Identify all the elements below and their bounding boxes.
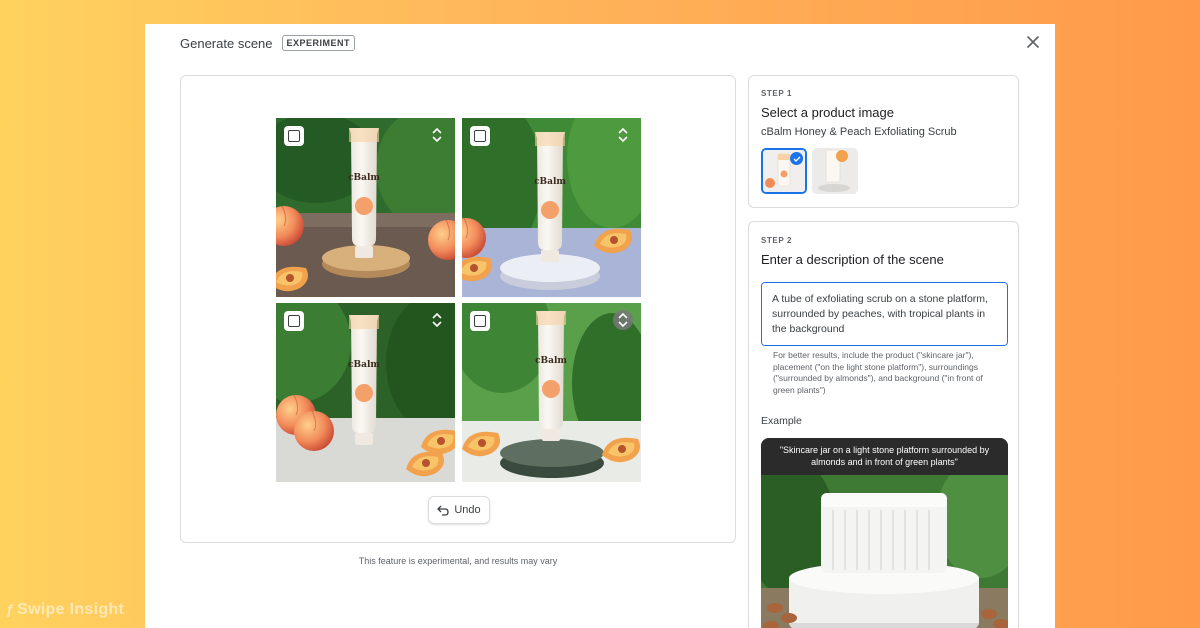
unfold-icon: [432, 127, 442, 143]
product-thumbnail-image: [812, 148, 858, 194]
dialog-header: Generate scene EXPERIMENT: [180, 35, 356, 51]
step1-card: STEP 1 Select a product image cBalm Hone…: [748, 75, 1019, 208]
step2-card: STEP 2 Enter a description of the scene …: [748, 221, 1019, 628]
scene-description-input[interactable]: A tube of exfoliating scrub on a stone p…: [761, 282, 1008, 346]
checkbox-icon: [288, 315, 300, 327]
generated-scenes-panel: Undo: [180, 75, 736, 543]
checkbox-icon: [474, 130, 486, 142]
undo-icon: [437, 505, 449, 516]
unfold-icon: [618, 127, 628, 143]
close-button[interactable]: [1025, 34, 1041, 50]
product-thumbnail-1[interactable]: [761, 148, 807, 194]
step2-title: Enter a description of the scene: [761, 252, 944, 267]
watermark: ƒ Swipe Insight: [6, 601, 125, 618]
scene-result-4[interactable]: [462, 303, 641, 482]
scene-expand-button[interactable]: [613, 310, 633, 330]
product-name: cBalm Honey & Peach Exfoliating Scrub: [761, 126, 957, 138]
example-label: Example: [761, 415, 802, 427]
step2-label: STEP 2: [761, 236, 793, 245]
scene-grid: [276, 118, 641, 482]
step1-label: STEP 1: [761, 89, 793, 98]
close-icon: [1027, 36, 1039, 48]
experiment-badge: EXPERIMENT: [281, 35, 356, 51]
scene-select-checkbox[interactable]: [470, 126, 490, 146]
scene-result-3[interactable]: [276, 303, 455, 482]
unfold-icon: [432, 312, 442, 328]
scene-expand-button[interactable]: [427, 125, 447, 145]
scene-image: [462, 303, 641, 482]
undo-button[interactable]: Undo: [428, 496, 490, 524]
dialog-title: Generate scene: [180, 35, 273, 51]
example-caption: "Skincare jar on a light stone platform …: [761, 438, 1008, 475]
scene-select-checkbox[interactable]: [284, 311, 304, 331]
scene-result-1[interactable]: [276, 118, 455, 297]
undo-label: Undo: [454, 504, 481, 516]
scene-expand-button[interactable]: [613, 125, 633, 145]
scene-select-checkbox[interactable]: [470, 311, 490, 331]
checkbox-icon: [474, 315, 486, 327]
product-thumbnail-2[interactable]: [812, 148, 858, 194]
watermark-logo-icon: ƒ: [6, 601, 15, 617]
checkbox-icon: [288, 130, 300, 142]
description-hint: For better results, include the product …: [773, 350, 983, 395]
check-circle-icon: [790, 152, 803, 165]
example-image: "Skincare jar on a light stone platform …: [761, 438, 1008, 628]
generate-scene-dialog: Generate scene EXPERIMENT Undo This feat…: [145, 24, 1055, 628]
scene-expand-button[interactable]: [427, 310, 447, 330]
unfold-icon: [618, 312, 628, 328]
experimental-footnote: This feature is experimental, and result…: [358, 556, 558, 566]
step1-title: Select a product image: [761, 105, 894, 120]
scene-result-2[interactable]: [462, 118, 641, 297]
scene-select-checkbox[interactable]: [284, 126, 304, 146]
